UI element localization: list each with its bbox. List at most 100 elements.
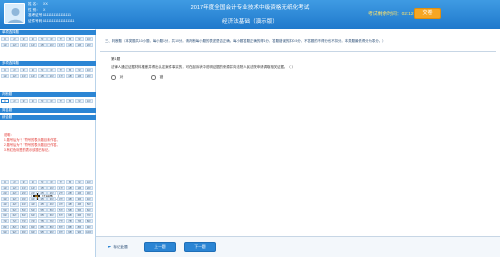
question-cell[interactable]: 18! bbox=[65, 73, 75, 78]
question-cell[interactable]: 43! bbox=[19, 202, 28, 207]
question-cell[interactable]: 82! bbox=[10, 224, 19, 229]
radio-false[interactable] bbox=[151, 75, 156, 80]
question-cell[interactable]: 61! bbox=[1, 213, 10, 218]
question-cell[interactable]: 16! bbox=[47, 185, 56, 190]
question-cell[interactable]: 89! bbox=[75, 224, 84, 229]
question-cell[interactable]: 6! bbox=[47, 180, 56, 185]
question-cell[interactable]: 1! bbox=[1, 180, 10, 185]
next-question-button[interactable]: 下一题 bbox=[184, 242, 216, 252]
question-cell[interactable]: 75! bbox=[38, 219, 47, 224]
question-cell[interactable]: 66! bbox=[47, 213, 56, 218]
question-cell[interactable]: 17! bbox=[56, 185, 66, 190]
question-cell[interactable]: 78! bbox=[65, 219, 75, 224]
section-header-multiple-choice[interactable]: 多项选择题 bbox=[0, 61, 96, 66]
question-cell[interactable]: 77! bbox=[56, 219, 66, 224]
section-header-short-answer[interactable]: 简答题 bbox=[0, 108, 96, 113]
question-cell[interactable]: 59! bbox=[75, 207, 84, 213]
question-cell[interactable]: 79! bbox=[75, 219, 84, 224]
question-cell[interactable]: 17! bbox=[56, 42, 66, 47]
question-cell[interactable]: 68! bbox=[65, 213, 75, 218]
question-cell[interactable]: 7! bbox=[56, 180, 66, 185]
question-cell[interactable]: 5! bbox=[38, 68, 47, 73]
question-cell[interactable]: 88! bbox=[65, 224, 75, 229]
question-cell[interactable]: 48! bbox=[65, 202, 75, 207]
question-cell[interactable]: 100! bbox=[84, 230, 93, 235]
question-cell[interactable]: 5! bbox=[38, 99, 47, 104]
question-cell[interactable]: 36! bbox=[47, 196, 56, 201]
question-cell[interactable]: 12! bbox=[10, 42, 19, 47]
question-cell[interactable]: 85! bbox=[38, 224, 47, 229]
question-cell[interactable]: 11! bbox=[1, 185, 10, 190]
question-cell[interactable]: 4! bbox=[28, 37, 38, 42]
question-cell[interactable]: 12! bbox=[10, 185, 19, 190]
question-cell[interactable]: 20! bbox=[84, 185, 93, 190]
question-cell[interactable]: 1! bbox=[1, 99, 10, 104]
question-cell[interactable]: 16! bbox=[47, 42, 56, 47]
question-cell[interactable]: 10! bbox=[84, 37, 93, 42]
question-cell[interactable]: 80! bbox=[84, 219, 93, 224]
question-cell[interactable]: 5! bbox=[38, 37, 47, 42]
question-cell[interactable]: 47! bbox=[56, 202, 66, 207]
question-cell[interactable]: 49! bbox=[75, 202, 84, 207]
question-cell[interactable]: 58! bbox=[65, 207, 75, 213]
question-cell[interactable]: 97! bbox=[56, 230, 66, 235]
question-cell[interactable]: 64! bbox=[28, 213, 38, 218]
question-cell[interactable]: 16! bbox=[47, 73, 56, 78]
question-cell[interactable]: 70! bbox=[84, 213, 93, 218]
question-cell[interactable]: 54! bbox=[28, 207, 38, 213]
question-cell[interactable]: 57! bbox=[56, 207, 66, 213]
question-cell[interactable]: 42! bbox=[10, 202, 19, 207]
question-cell[interactable]: 3! bbox=[19, 99, 28, 104]
question-cell[interactable]: 60! bbox=[84, 207, 93, 213]
question-cell[interactable]: 6! bbox=[47, 68, 56, 73]
question-cell[interactable]: 8! bbox=[65, 68, 75, 73]
question-cell[interactable]: 3! bbox=[19, 37, 28, 42]
question-cell[interactable]: 7! bbox=[56, 99, 66, 104]
question-cell[interactable]: 44! bbox=[28, 202, 38, 207]
question-cell[interactable]: 8! bbox=[65, 99, 75, 104]
question-cell[interactable]: 6! bbox=[47, 37, 56, 42]
question-cell[interactable]: 93! bbox=[19, 230, 28, 235]
question-cell[interactable]: 15! bbox=[38, 73, 47, 78]
question-cell[interactable]: 7! bbox=[56, 68, 66, 73]
submit-exam-button[interactable]: 交卷 bbox=[414, 8, 441, 19]
question-cell[interactable]: 11! bbox=[1, 42, 10, 47]
question-cell[interactable]: 3! bbox=[19, 180, 28, 185]
question-cell[interactable]: 11! bbox=[1, 73, 10, 78]
question-cell[interactable]: 87! bbox=[56, 224, 66, 229]
question-cell[interactable]: 15! bbox=[38, 185, 47, 190]
question-cell[interactable]: 92! bbox=[10, 230, 19, 235]
question-cell[interactable]: 86! bbox=[47, 224, 56, 229]
question-cell[interactable]: 5! bbox=[38, 180, 47, 185]
question-cell[interactable]: 51! bbox=[1, 207, 10, 213]
question-cell[interactable]: 37! bbox=[56, 196, 66, 201]
question-cell[interactable]: 12! bbox=[10, 73, 19, 78]
question-cell[interactable]: 90! bbox=[84, 224, 93, 229]
section-header-single-choice[interactable]: 单项选择题 bbox=[0, 30, 96, 35]
question-cell[interactable]: 56! bbox=[47, 207, 56, 213]
question-cell[interactable]: 24! bbox=[28, 191, 38, 196]
question-cell[interactable]: 10! bbox=[84, 180, 93, 185]
question-cell[interactable]: 72! bbox=[10, 219, 19, 224]
question-cell[interactable]: 6! bbox=[47, 99, 56, 104]
question-cell[interactable]: 73! bbox=[19, 219, 28, 224]
radio-true[interactable] bbox=[111, 75, 116, 80]
question-cell[interactable]: 2! bbox=[10, 37, 19, 42]
question-cell[interactable]: 18! bbox=[65, 185, 75, 190]
question-cell[interactable]: 33! bbox=[19, 196, 28, 201]
question-cell[interactable]: 14! bbox=[28, 185, 38, 190]
question-cell[interactable]: 20! bbox=[84, 73, 93, 78]
question-cell[interactable]: 99! bbox=[75, 230, 84, 235]
question-cell[interactable]: 41! bbox=[1, 202, 10, 207]
question-cell[interactable]: 81! bbox=[1, 224, 10, 229]
question-cell[interactable]: 38! bbox=[65, 196, 75, 201]
question-cell[interactable]: 15! bbox=[38, 42, 47, 47]
question-cell[interactable]: 69! bbox=[75, 213, 84, 218]
question-cell[interactable]: 3! bbox=[19, 68, 28, 73]
question-cell[interactable]: 39! bbox=[75, 196, 84, 201]
question-cell[interactable]: 63! bbox=[19, 213, 28, 218]
question-cell[interactable]: 8! bbox=[65, 37, 75, 42]
question-cell[interactable]: 20! bbox=[84, 42, 93, 47]
question-cell[interactable]: 94! bbox=[28, 230, 38, 235]
question-cell[interactable]: 9! bbox=[75, 180, 84, 185]
